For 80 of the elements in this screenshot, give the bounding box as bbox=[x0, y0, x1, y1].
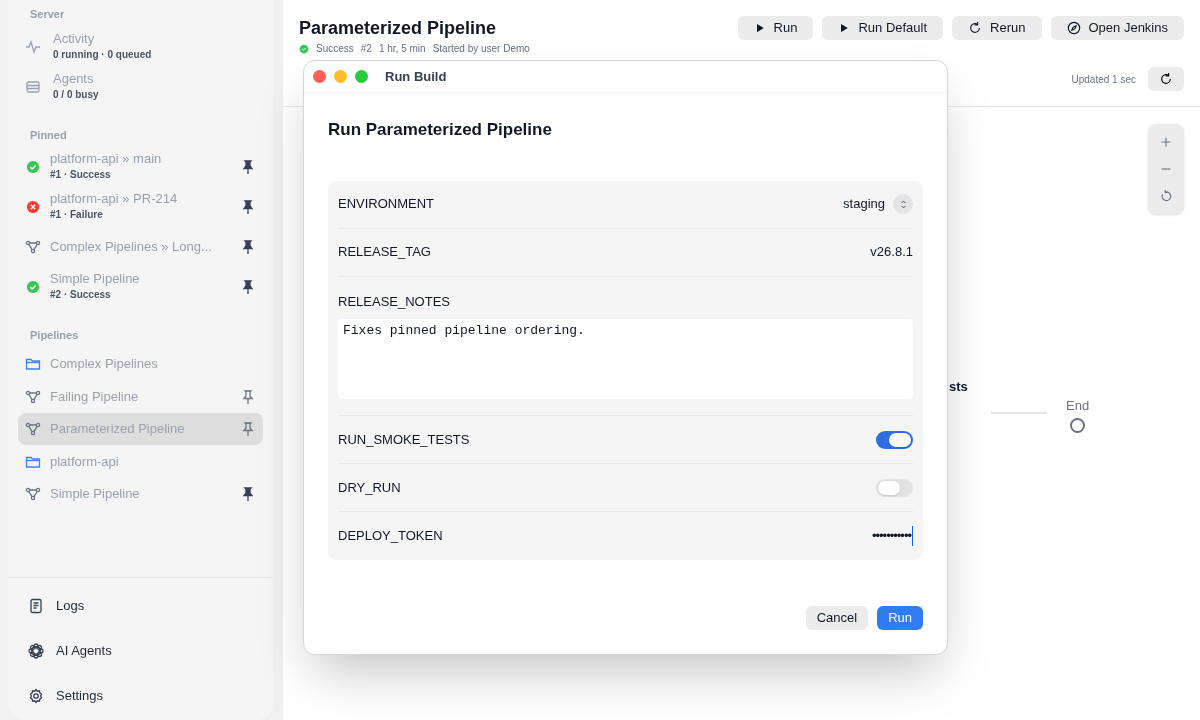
pinned-item-title: platform-api » main bbox=[50, 151, 163, 167]
build-number: #2 bbox=[360, 42, 372, 56]
reset-icon bbox=[1159, 189, 1173, 204]
pinned-item[interactable]: platform-api » PR-214 #1 · Failure bbox=[8, 187, 273, 227]
toolbar-button[interactable]: Open Jenkins bbox=[1050, 16, 1184, 40]
updated-text: Updated 1 sec bbox=[1071, 72, 1136, 87]
dialog-heading: Run Parameterized Pipeline bbox=[328, 119, 553, 141]
duration-text: 1 hr, 5 min bbox=[378, 42, 426, 56]
toggle-switch[interactable] bbox=[876, 478, 913, 497]
server-icon bbox=[25, 78, 41, 95]
parameter-name: RELEASE_TAG bbox=[338, 243, 431, 262]
refresh-icon bbox=[1159, 72, 1173, 86]
environment-select[interactable]: staging bbox=[835, 194, 913, 214]
parameter-name: ENVIRONMENT bbox=[338, 195, 435, 214]
folder-icon bbox=[25, 356, 41, 372]
toolbar-button[interactable]: Run bbox=[737, 16, 814, 40]
pin-outline-icon[interactable] bbox=[240, 421, 256, 437]
sidebar-item-subtitle: 0 running · 0 queued bbox=[53, 47, 152, 62]
pin-icon[interactable] bbox=[240, 279, 256, 295]
pipeline-item-title: Failing Pipeline bbox=[50, 387, 140, 406]
section-heading: Pinned bbox=[29, 127, 68, 143]
pipeline-icon bbox=[25, 486, 41, 502]
toggle-switch[interactable] bbox=[876, 430, 913, 449]
section-heading: Pipelines bbox=[29, 328, 80, 343]
pipeline-item-title: Simple Pipeline bbox=[50, 485, 141, 504]
pinned-item-title: Simple Pipeline bbox=[50, 271, 141, 287]
sidebar-item-subtitle: 0 / 0 busy bbox=[53, 87, 99, 102]
cause-text: Started by user Demo bbox=[432, 42, 530, 56]
pinned-item-title: Complex Pipelines » Long... bbox=[50, 239, 213, 255]
pipeline-icon bbox=[25, 239, 41, 255]
pipeline-icon bbox=[25, 388, 41, 405]
pinned-item[interactable]: platform-api » main #1 · Success bbox=[8, 147, 273, 187]
end-node[interactable] bbox=[1070, 418, 1085, 433]
parameter-name: RELEASE_NOTES bbox=[338, 292, 451, 311]
stage-label: sts bbox=[949, 378, 968, 396]
end-label: End bbox=[1066, 397, 1090, 415]
pipeline-item-title: platform-api bbox=[50, 452, 120, 471]
reset-zoom-button[interactable] bbox=[1159, 189, 1173, 204]
notes-field[interactable]: Fixes pinned pipeline ordering. bbox=[338, 319, 913, 399]
success-dot-icon bbox=[299, 43, 309, 54]
pinned-item-subtitle: #1 · Success bbox=[50, 168, 112, 182]
toolbar-button[interactable]: Rerun bbox=[952, 16, 1042, 40]
footer-link[interactable]: Logs bbox=[56, 596, 85, 616]
check-circle-icon bbox=[26, 280, 40, 294]
pulse-icon bbox=[25, 38, 41, 55]
pinned-item[interactable]: Simple Pipeline #2 · Success bbox=[8, 267, 273, 307]
pin-icon[interactable] bbox=[240, 239, 256, 255]
run-button[interactable]: Run bbox=[877, 606, 923, 630]
cancel-button[interactable]: Cancel bbox=[805, 606, 869, 630]
section-heading: Server bbox=[29, 7, 66, 22]
text-field[interactable]: v26.8.1 bbox=[870, 242, 913, 262]
password-field[interactable]: ••••••••••• bbox=[871, 526, 913, 546]
parameter-name: RUN_SMOKE_TESTS bbox=[338, 430, 470, 449]
status-text: Success bbox=[316, 42, 354, 56]
pipeline-item-title: Parameterized Pipeline bbox=[50, 420, 186, 439]
pin-icon[interactable] bbox=[240, 159, 256, 175]
refresh-button[interactable] bbox=[1148, 67, 1184, 91]
pipeline-icon bbox=[25, 421, 41, 437]
parameter-name: DRY_RUN bbox=[338, 478, 401, 497]
pipeline-item-title: Complex Pipelines bbox=[50, 355, 159, 374]
pin-icon[interactable] bbox=[240, 486, 256, 502]
pin-icon[interactable] bbox=[240, 199, 256, 215]
pinned-item-title: platform-api » PR-214 bbox=[50, 191, 179, 207]
check-circle-icon bbox=[26, 160, 40, 174]
close-window-button[interactable] bbox=[313, 70, 326, 83]
toolbar-button[interactable]: Run Default bbox=[822, 16, 944, 40]
error-circle-icon bbox=[26, 200, 40, 214]
window-title: Run Build bbox=[385, 67, 447, 86]
compass-icon bbox=[1066, 21, 1081, 35]
footer-link[interactable]: Settings bbox=[56, 686, 103, 706]
parameter-name: DEPLOY_TOKEN bbox=[338, 527, 443, 546]
page-title: Parameterized Pipeline bbox=[299, 17, 498, 40]
pin-outline-icon[interactable] bbox=[240, 388, 256, 405]
footer-link[interactable]: AI Agents bbox=[56, 641, 112, 661]
flower-icon bbox=[28, 643, 44, 659]
pinned-item-subtitle: #2 · Success bbox=[50, 288, 112, 302]
gear-icon bbox=[28, 688, 44, 704]
refresh-icon bbox=[968, 21, 983, 35]
document-icon bbox=[28, 598, 44, 614]
pinned-item-subtitle: #1 · Failure bbox=[50, 208, 104, 222]
